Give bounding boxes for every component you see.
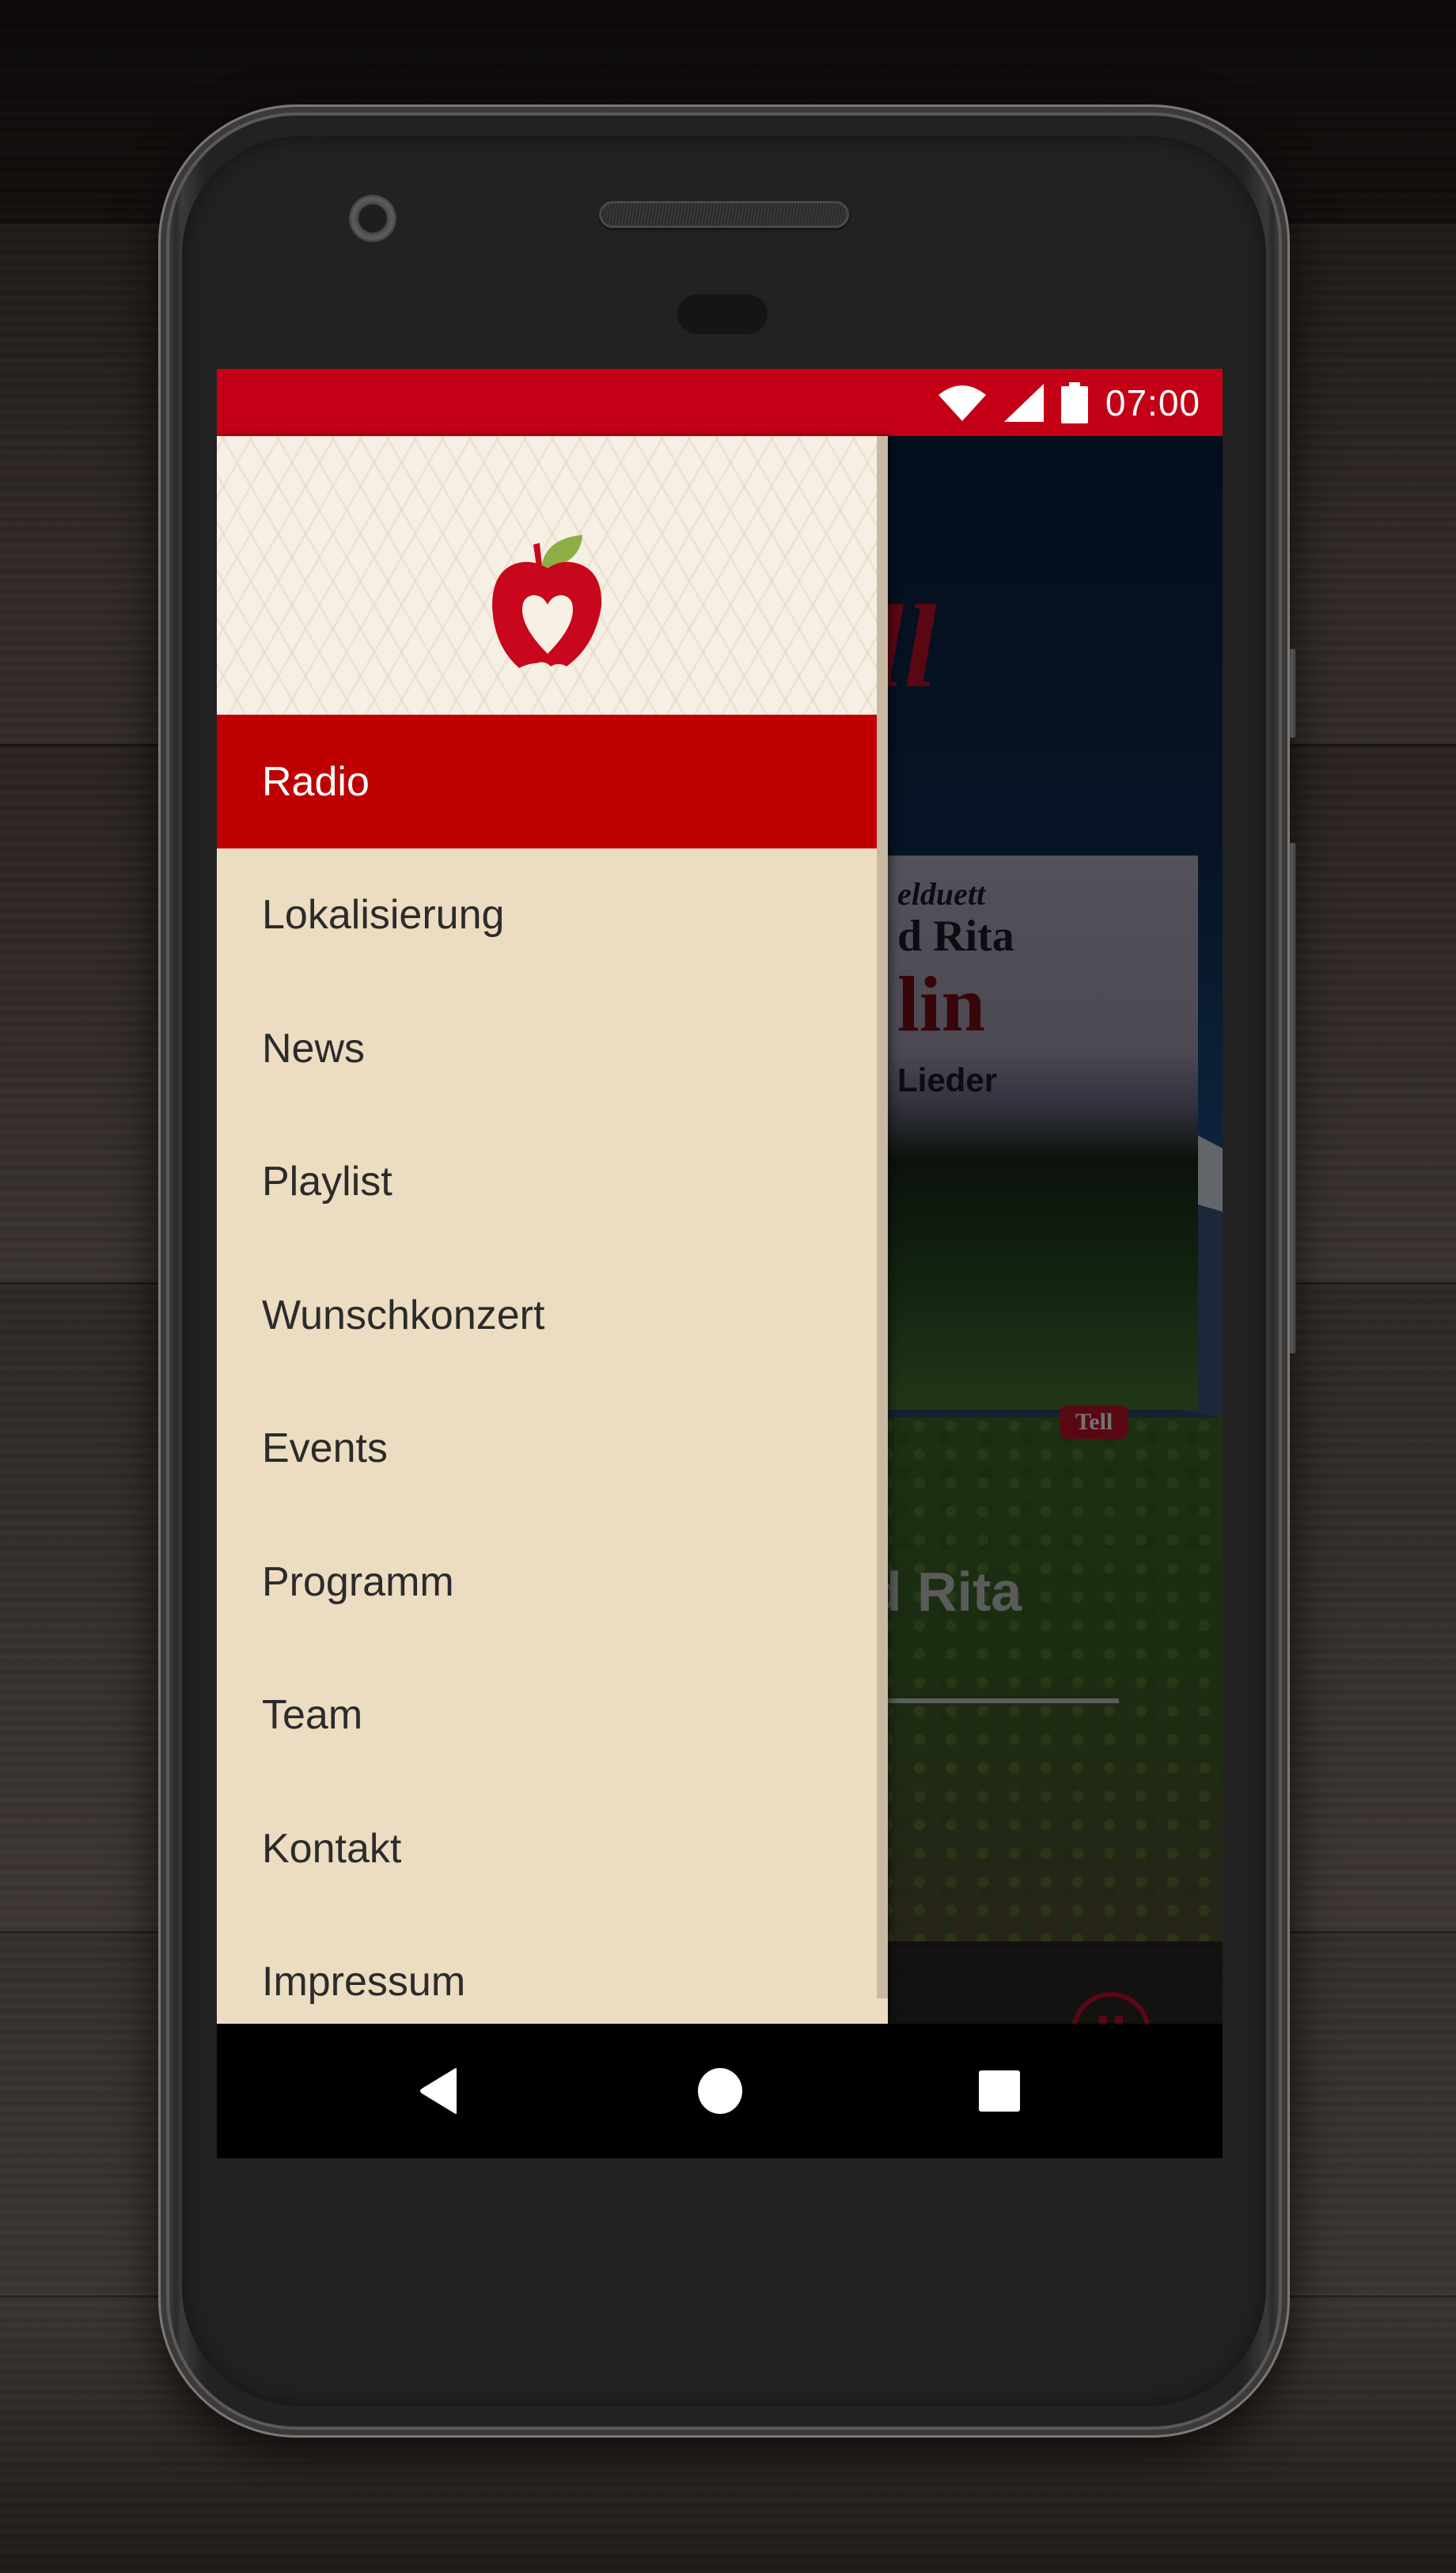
menu-item-label: Events	[262, 1425, 388, 1472]
menu-item-label: Team	[262, 1692, 363, 1739]
drawer-header	[217, 436, 888, 715]
menu-item-label: Programm	[262, 1558, 454, 1605]
menu-item-label: Lokalisierung	[262, 892, 505, 939]
menu-item-events[interactable]: Events	[217, 1382, 888, 1516]
drawer-scrollbar[interactable]	[877, 436, 888, 1998]
menu-item-label: Impressum	[262, 1959, 466, 2006]
menu-item-label: Wunschkonzert	[262, 1292, 545, 1338]
menu-item-programm[interactable]: Programm	[217, 1516, 888, 1649]
back-button[interactable]	[384, 2024, 495, 2158]
menu-item-kontakt[interactable]: Kontakt	[217, 1782, 888, 1916]
menu-item-wunschkonzert[interactable]: Wunschkonzert	[217, 1249, 888, 1383]
front-camera-icon	[349, 195, 396, 242]
menu-item-playlist[interactable]: Playlist	[217, 1115, 888, 1249]
menu-item-label: News	[262, 1025, 366, 1072]
menu-item-label: Playlist	[262, 1159, 392, 1205]
menu-item-news[interactable]: News	[217, 982, 888, 1116]
menu-item-impressum[interactable]: Impressum	[217, 1915, 888, 2024]
menu-item-label: Radio	[262, 758, 370, 805]
wifi-icon	[938, 385, 986, 421]
earpiece-speaker	[599, 201, 849, 228]
system-navigation-bar	[217, 2024, 1223, 2158]
recents-button[interactable]	[944, 2024, 1055, 2158]
back-icon	[420, 2068, 457, 2114]
home-icon	[698, 2068, 742, 2114]
menu-item-team[interactable]: Team	[217, 1649, 888, 1782]
cellular-signal-icon	[1003, 383, 1044, 422]
home-button[interactable]	[665, 2024, 775, 2158]
drawer-menu: Radio Lokalisierung News Playlist Wunsch…	[217, 715, 888, 2024]
menu-item-label: Kontakt	[262, 1825, 402, 1872]
status-time: 07:00	[1105, 381, 1200, 423]
menu-item-lokalisierung[interactable]: Lokalisierung	[217, 848, 888, 982]
menu-item-radio[interactable]: Radio	[217, 715, 888, 848]
status-bar: 07:00	[217, 369, 1223, 436]
recents-icon	[979, 2070, 1020, 2112]
battery-icon	[1060, 381, 1088, 423]
proximity-sensor	[677, 294, 768, 334]
phone-screen: ell Z elduett d Rita lin Lieder Tell nd …	[217, 369, 1223, 2158]
apple-heart-logo	[492, 535, 602, 668]
navigation-drawer: Radio Lokalisierung News Playlist Wunsch…	[217, 436, 888, 2024]
